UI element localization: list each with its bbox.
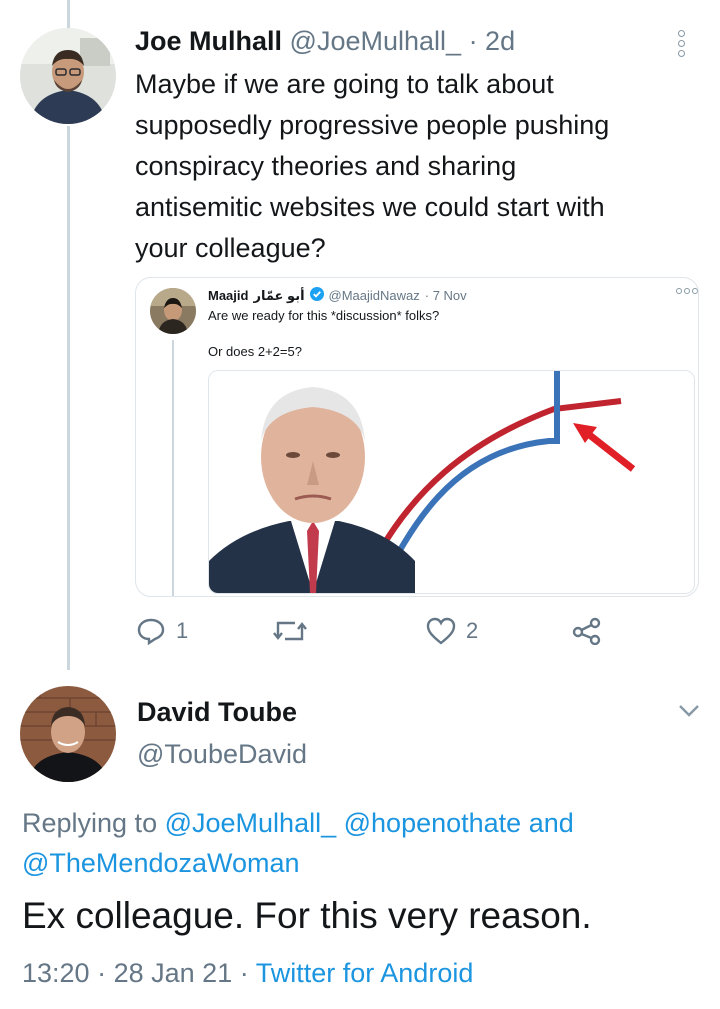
tweet1-header: Joe Mulhall @JoeMulhall_ · 2d	[135, 26, 515, 57]
tweet2-time: 13:20	[22, 958, 90, 988]
replying-user-joemulhall[interactable]: @JoeMulhall_	[165, 808, 337, 838]
tweet2-handle[interactable]: @ToubeDavid	[137, 739, 307, 770]
like-icon	[426, 617, 456, 645]
quoted-handle: @MaajidNawaz	[328, 288, 420, 303]
quoted-inner-image	[208, 370, 695, 594]
quoted-tweet-image[interactable]: Maajid أبو عمّار @MaajidNawaz · 7 Nov Ar…	[135, 277, 699, 597]
reply-icon	[137, 618, 165, 645]
avatar-david-toube[interactable]	[20, 686, 116, 782]
tweet1-text: Maybe if we are going to talk about supp…	[135, 64, 609, 269]
reply-button[interactable]: 1	[136, 617, 188, 645]
retweet-button[interactable]	[273, 617, 317, 645]
chevron-down-icon[interactable]	[678, 704, 700, 723]
tweet1-time[interactable]: · 2d	[469, 26, 516, 56]
verified-icon	[309, 287, 324, 304]
tweet2-display-name[interactable]: David Toube	[137, 697, 297, 728]
tweet2-meta: 13:20 · 28 Jan 21 · Twitter for Android	[22, 958, 473, 989]
quoted-thread-line	[172, 340, 174, 596]
like-count: 2	[466, 618, 479, 643]
replying-to: Replying to @JoeMulhall_ @hopenothate an…	[22, 803, 702, 883]
meta-separator: ·	[239, 958, 249, 988]
quoted-avatar	[150, 288, 196, 334]
like-button[interactable]: 2	[426, 617, 478, 645]
tweet1-text-line: supposedly progressive people pushing	[135, 110, 610, 140]
quoted-display-name: Maajid	[208, 288, 249, 303]
reply-count: 1	[176, 618, 189, 643]
replying-user-hopenothate[interactable]: @hopenothate	[344, 808, 522, 838]
tweet1-text-line: your colleague?	[135, 233, 326, 263]
thread-line-top	[67, 0, 70, 28]
replying-user-themendozawoman[interactable]: @TheMendozaWoman	[22, 848, 300, 878]
retweet-icon	[273, 621, 307, 641]
quoted-text-line2: Or does 2+2=5?	[208, 344, 302, 359]
meta-separator: ·	[97, 958, 107, 988]
quoted-more-icon	[676, 288, 698, 294]
tweet1-text-line: Maybe if we are going to talk about	[135, 69, 554, 99]
tweet2-source-link[interactable]: Twitter for Android	[256, 958, 474, 988]
tweet1-text-line: conspiracy theories and sharing	[135, 151, 517, 181]
tweet2-date: 28 Jan 21	[113, 958, 233, 988]
more-icon[interactable]	[678, 30, 685, 57]
replying-prefix: Replying to	[22, 808, 158, 838]
share-icon	[572, 617, 601, 645]
share-button[interactable]	[572, 617, 602, 645]
quoted-time: · 7 Nov	[424, 288, 467, 303]
replying-and[interactable]: and	[529, 808, 574, 838]
thread-line-bottom	[67, 126, 70, 670]
tweet1-handle[interactable]: @JoeMulhall_	[290, 26, 462, 56]
avatar-joe-mulhall[interactable]	[20, 28, 116, 124]
tweet2-text: Ex colleague. For this very reason.	[22, 895, 592, 936]
quoted-display-name-arabic: أبو عمّار	[253, 287, 305, 303]
quoted-text-line1: Are we ready for this *discussion* folks…	[208, 308, 440, 323]
tweet1-text-line: antisemitic websites we could start with	[135, 192, 605, 222]
quoted-header: Maajid أبو عمّار @MaajidNawaz · 7 Nov	[208, 287, 467, 304]
tweet1-display-name[interactable]: Joe Mulhall	[135, 26, 282, 56]
